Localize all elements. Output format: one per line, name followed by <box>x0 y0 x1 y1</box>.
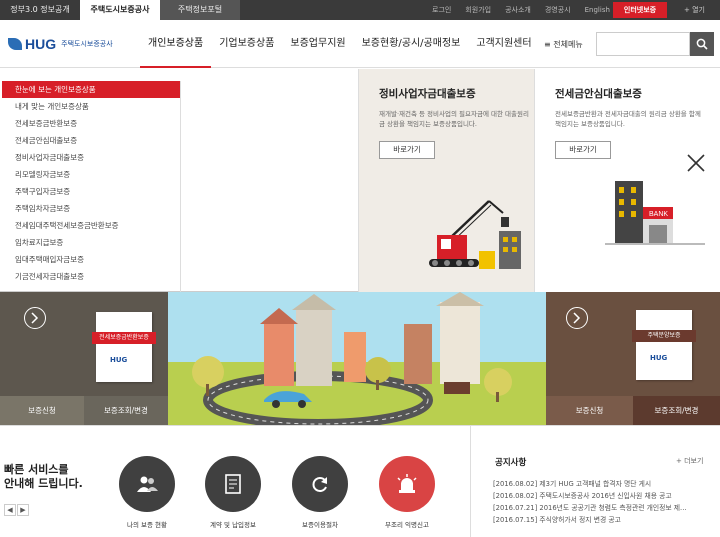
menu-item[interactable]: 임차료지급보증 <box>2 234 180 251</box>
tab-gov30[interactable]: 정부3.0 정보공개 <box>0 0 80 20</box>
quick-item-procedure[interactable]: 보증이용절차 <box>280 456 360 529</box>
quick-service-section: 빠른 서비스를 안내해 드립니다. ◀ ▶ 나의 보증 현황 계약 및 납입정보… <box>0 425 720 537</box>
menu-item[interactable]: 주택임차자금보증 <box>2 200 180 217</box>
menu-item[interactable]: 리모델링자금보증 <box>2 166 180 183</box>
login-link[interactable]: 로그인 <box>432 0 451 20</box>
global-nav: 개인보증상품 기업보증상품 보증업무지원 보증현황/공시/공매정보 고객지원센터 <box>140 20 540 68</box>
jeonse-return-panel: 전세보증금반환보증 HUG 보증신청 보증조회/변경 <box>0 292 168 425</box>
presale-guarantee-panel: 주택분양보증 HUG 보증신청 보증조회/변경 <box>546 292 720 425</box>
card-title: 전세금안심대출보증 <box>555 88 642 100</box>
menu-item[interactable]: 주택구입자금보증 <box>2 183 180 200</box>
panel-buttons: 보증신청 보증조회/변경 <box>0 396 168 425</box>
menu-item[interactable]: 전세금안심대출보증 <box>2 132 180 149</box>
siren-icon <box>379 456 435 512</box>
quick-item-label: 나의 보증 현황 <box>126 521 167 529</box>
bank-building-icon: BANK <box>605 181 705 245</box>
disclosure-link[interactable]: 경영공시 <box>545 0 571 20</box>
tab-hug[interactable]: 주택도시보증공사 <box>80 0 160 20</box>
logo-mark-icon <box>8 38 22 50</box>
quick-item-report[interactable]: 부조리 익명신고 <box>367 456 447 529</box>
nav-corporate-products[interactable]: 기업보증상품 <box>211 20 282 68</box>
card-description: 재개발·재건축 등 정비사업의 필요자금에 대한 대출원리금 상환을 책임지는 … <box>379 110 529 128</box>
notice-list: [2016.08.02] 제3기 HUG 고객패널 합격자 명단 게시 [201… <box>493 478 715 526</box>
nav-personal-products[interactable]: 개인보증상품 <box>140 20 212 68</box>
notice-item[interactable]: [2016.08.02] 주택도시보증공사 2016년 신입사원 채용 공고 <box>493 490 715 502</box>
notice-more-link[interactable]: + 더보기 <box>676 456 703 466</box>
tab-housing-portal[interactable]: 주택정보포털 <box>160 0 240 20</box>
main-header: HUG 주택도시보증공사 개인보증상품 기업보증상품 보증업무지원 보증현황/공… <box>0 20 720 68</box>
book-label: 주택분양보증 <box>632 330 696 342</box>
prev-arrow-icon[interactable]: ◀ <box>4 504 16 516</box>
logo-subtitle: 주택도시보증공사 <box>61 40 113 48</box>
town-illustration <box>168 292 546 425</box>
internet-guarantee-button[interactable]: 인터넷보증 <box>613 2 667 18</box>
inquire-guarantee-button[interactable]: 보증조회/변경 <box>84 396 168 425</box>
top-utility-bar: 정부3.0 정보공개 주택도시보증공사 주택정보포털 로그인 회원가입 공사소개… <box>0 0 720 20</box>
notice-item[interactable]: [2016.07.15] 주식양허가서 정지 변경 공고 <box>493 514 715 526</box>
search-input[interactable] <box>596 32 690 56</box>
quick-item-my-guarantee[interactable]: 나의 보증 현황 <box>107 456 187 529</box>
about-link[interactable]: 공사소개 <box>505 0 531 20</box>
panel-buttons: 보증신청 보증조회/변경 <box>546 396 720 425</box>
notice-title: 공지사항 <box>495 458 527 468</box>
open-more-link[interactable]: + 열기 <box>684 0 705 20</box>
promo-card-redevelopment: 정비사업자금대출보증 재개발·재건축 등 정비사업의 필요자금에 대한 대출원리… <box>358 69 534 292</box>
product-book-graphic: 주택분양보증 HUG <box>632 310 696 380</box>
book-label: 전세보증금반환보증 <box>92 332 156 344</box>
utility-links: 로그인 회원가입 공사소개 경영공시 English <box>432 0 610 20</box>
menu-item[interactable]: 기금전세자금대출보증 <box>2 268 180 285</box>
apply-guarantee-button[interactable]: 보증신청 <box>546 396 633 425</box>
go-button[interactable]: 바로가기 <box>555 141 611 159</box>
next-arrow-icon[interactable]: ▶ <box>17 504 29 516</box>
product-book-graphic: 전세보증금반환보증 HUG <box>92 312 156 382</box>
quick-item-label: 계약 및 납입정보 <box>210 521 256 529</box>
go-button[interactable]: 바로가기 <box>379 141 435 159</box>
contract-icon <box>205 456 261 512</box>
book-logo: HUG <box>650 354 668 362</box>
hug-logo[interactable]: HUG 주택도시보증공사 <box>8 36 113 52</box>
refresh-icon <box>292 456 348 512</box>
quick-item-contract[interactable]: 계약 및 납입정보 <box>193 456 273 529</box>
bank-sign: BANK <box>649 211 668 218</box>
card-title: 정비사업자금대출보증 <box>379 88 476 100</box>
arrow-right-icon[interactable] <box>24 307 46 329</box>
apply-guarantee-button[interactable]: 보증신청 <box>0 396 84 425</box>
menu-item[interactable]: 정비사업자금대출보증 <box>2 149 180 166</box>
title-line: 안내해 드립니다. <box>4 477 83 490</box>
all-menu-button[interactable]: ≡ 전체메뉴 <box>544 39 583 50</box>
search-icon <box>696 38 708 50</box>
english-link[interactable]: English <box>585 0 610 20</box>
quick-service-title: 빠른 서비스를 안내해 드립니다. <box>4 463 83 491</box>
quick-item-label: 부조리 익명신고 <box>385 521 429 529</box>
title-line: 빠른 서비스를 <box>4 463 69 476</box>
nav-business-support[interactable]: 보증업무지원 <box>282 20 353 68</box>
inquire-guarantee-button[interactable]: 보증조회/변경 <box>633 396 720 425</box>
notice-item[interactable]: [2016.08.02] 제3기 HUG 고객패널 합격자 명단 게시 <box>493 478 715 490</box>
search-button[interactable] <box>690 32 714 56</box>
signup-link[interactable]: 회원가입 <box>465 0 491 20</box>
nav-customer-center[interactable]: 고객지원센터 <box>468 20 539 68</box>
arrow-right-icon[interactable] <box>566 307 588 329</box>
menu-item[interactable]: 임대주택매입자금보증 <box>2 251 180 268</box>
hero-banner: 전세보증금반환보증 HUG 보증신청 보증조회/변경 주택분양보증 HUG 보증… <box>0 292 720 425</box>
book-logo: HUG <box>110 356 128 364</box>
quick-item-label: 보증이용절차 <box>302 521 338 529</box>
card-description: 전세보증금반환과 전세자금대출의 원리금 상환을 함께 책임지는 보증상품입니다… <box>555 110 701 128</box>
promo-card-jeonse-loan: 전세금안심대출보증 전세보증금반환과 전세자금대출의 원리금 상환을 함께 책임… <box>534 69 720 292</box>
close-icon[interactable] <box>686 153 706 173</box>
nav-status-disclosure[interactable]: 보증현황/공시/공매정보 <box>354 20 469 68</box>
mega-menu-dropdown: 한눈에 보는 개인보증상품 내게 맞는 개인보증상품 전세보증금반환보증 전세금… <box>0 69 720 292</box>
menu-item[interactable]: 한눈에 보는 개인보증상품 <box>2 81 180 98</box>
construction-crane-icon <box>429 200 521 269</box>
menu-item[interactable]: 전세보증금반환보증 <box>2 115 180 132</box>
users-icon <box>119 456 175 512</box>
menu-item[interactable]: 내게 맞는 개인보증상품 <box>2 98 180 115</box>
notice-board: 공지사항 + 더보기 [2016.08.02] 제3기 HUG 고객패널 합격자… <box>470 426 720 537</box>
quick-pager: ◀ ▶ <box>4 504 29 516</box>
personal-products-list: 한눈에 보는 개인보증상품 내게 맞는 개인보증상품 전세보증금반환보증 전세금… <box>2 81 181 292</box>
notice-item[interactable]: [2016.07.21] 2016년도 공공기관 청렴도 측정관련 개인정보 제… <box>493 502 715 514</box>
menu-item[interactable]: 전세임대주택전세보증금반환보증 <box>2 217 180 234</box>
logo-text: HUG <box>25 36 57 52</box>
